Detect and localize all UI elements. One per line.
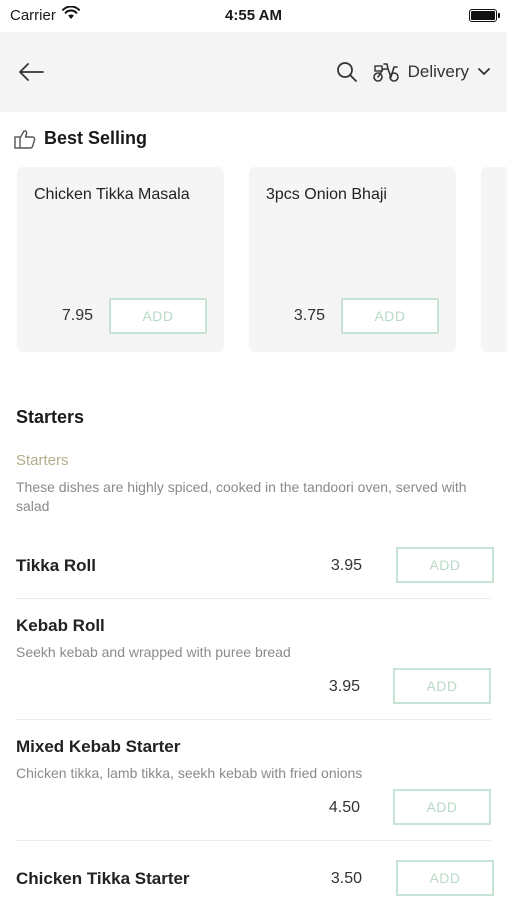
best-selling-title: Best Selling <box>44 128 148 148</box>
add-button[interactable]: ADD <box>341 298 439 334</box>
add-button[interactable]: ADD <box>393 668 491 704</box>
best-selling-card[interactable]: Chicken Tikka Masala 7.95 ADD <box>17 167 224 352</box>
back-button[interactable] <box>16 57 46 87</box>
divider <box>16 840 491 841</box>
subcategory-title: Starters <box>16 452 69 469</box>
menu-item-price: 3.50 <box>330 870 362 887</box>
chevron-down-icon <box>478 68 490 75</box>
header-actions: Delivery <box>336 61 491 83</box>
scooter-icon <box>372 63 399 82</box>
menu-item-price: 3.95 <box>328 678 360 695</box>
menu-item-description: Seekh kebab and wrapped with puree bread <box>16 644 291 660</box>
add-button[interactable]: ADD <box>109 298 207 334</box>
status-left: Carrier <box>10 5 80 24</box>
best-selling-carousel[interactable]: Chicken Tikka Masala 7.95 ADD 3pcs Onion… <box>17 167 507 353</box>
search-button[interactable] <box>336 61 358 83</box>
card-title: 3pcs Onion Bhaji <box>266 186 387 203</box>
add-button[interactable]: ADD <box>396 547 494 583</box>
card-price: 3.75 <box>293 307 325 324</box>
menu-item-price: 4.50 <box>328 799 360 816</box>
thumbs-up-icon <box>14 129 36 149</box>
menu-item-name: Tikka Roll <box>16 556 96 575</box>
top-bar: Delivery <box>0 32 507 112</box>
section-title-starters: Starters <box>16 407 85 427</box>
menu-item-price: 3.95 <box>330 557 362 574</box>
best-selling-card-partial[interactable] <box>481 167 507 352</box>
search-icon <box>336 62 357 82</box>
menu-item-name: Chicken Tikka Starter <box>16 869 190 888</box>
divider <box>16 598 491 599</box>
menu-item-description: Chicken tikka, lamb tikka, seekh kebab w… <box>16 765 363 781</box>
delivery-mode-selector[interactable]: Delivery <box>372 61 491 83</box>
add-button[interactable]: ADD <box>393 789 491 825</box>
status-bar: Carrier 4:55 AM <box>0 0 507 30</box>
subcategory-description: These dishes are highly spiced, cooked i… <box>16 479 467 514</box>
card-price: 7.95 <box>61 307 93 324</box>
menu-item-name: Mixed Kebab Starter <box>16 737 181 756</box>
delivery-label: Delivery <box>407 62 469 81</box>
card-title: Chicken Tikka Masala <box>34 186 190 203</box>
wifi-icon <box>61 5 80 24</box>
back-arrow-icon <box>19 63 44 81</box>
battery-icon <box>469 8 500 22</box>
carrier-label: Carrier <box>10 6 56 24</box>
divider <box>16 719 491 720</box>
menu-item-name: Kebab Roll <box>16 616 105 635</box>
add-button[interactable]: ADD <box>396 860 494 896</box>
best-selling-heading: Best Selling <box>14 128 147 149</box>
best-selling-card[interactable]: 3pcs Onion Bhaji 3.75 ADD <box>249 167 456 352</box>
